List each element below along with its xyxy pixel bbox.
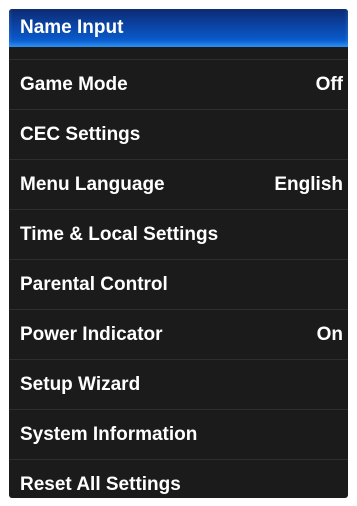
menu-item-value: English — [274, 174, 343, 195]
menu-item-setup-wizard[interactable]: Setup Wizard — [9, 359, 348, 410]
menu-item-label: Power Indicator — [20, 324, 163, 345]
menu-item-system-information[interactable]: System Information — [9, 409, 348, 460]
menu-item-reset-all-settings[interactable]: Reset All Settings — [9, 459, 348, 498]
menu-item-time-local-settings[interactable]: Time & Local Settings — [9, 209, 348, 260]
menu-item-power-indicator[interactable]: Power Indicator On — [9, 309, 348, 360]
menu-item-label: Menu Language — [20, 174, 165, 195]
menu-item-parental-control[interactable]: Parental Control — [9, 259, 348, 310]
menu-item-label: Setup Wizard — [20, 374, 141, 395]
menu-item-label: CEC Settings — [20, 124, 141, 145]
menu-item-menu-language[interactable]: Menu Language English — [9, 159, 348, 210]
menu-item-label: Parental Control — [20, 274, 168, 295]
menu-item-label: Game Mode — [20, 74, 128, 95]
menu-item-label: Time & Local Settings — [20, 224, 219, 245]
menu-item-label: System Information — [20, 424, 198, 445]
menu-item-game-mode[interactable]: Game Mode Off — [9, 59, 348, 110]
settings-menu: Name Input Game Mode Off CEC Settings Me… — [9, 9, 348, 498]
menu-item-value: Off — [315, 74, 343, 95]
menu-item-label: Name Input — [20, 17, 124, 38]
menu-item-name-input[interactable]: Name Input — [9, 9, 348, 47]
menu-item-label: Reset All Settings — [20, 474, 181, 495]
menu-item-value: On — [316, 324, 343, 345]
menu-item-cec-settings[interactable]: CEC Settings — [9, 109, 348, 160]
